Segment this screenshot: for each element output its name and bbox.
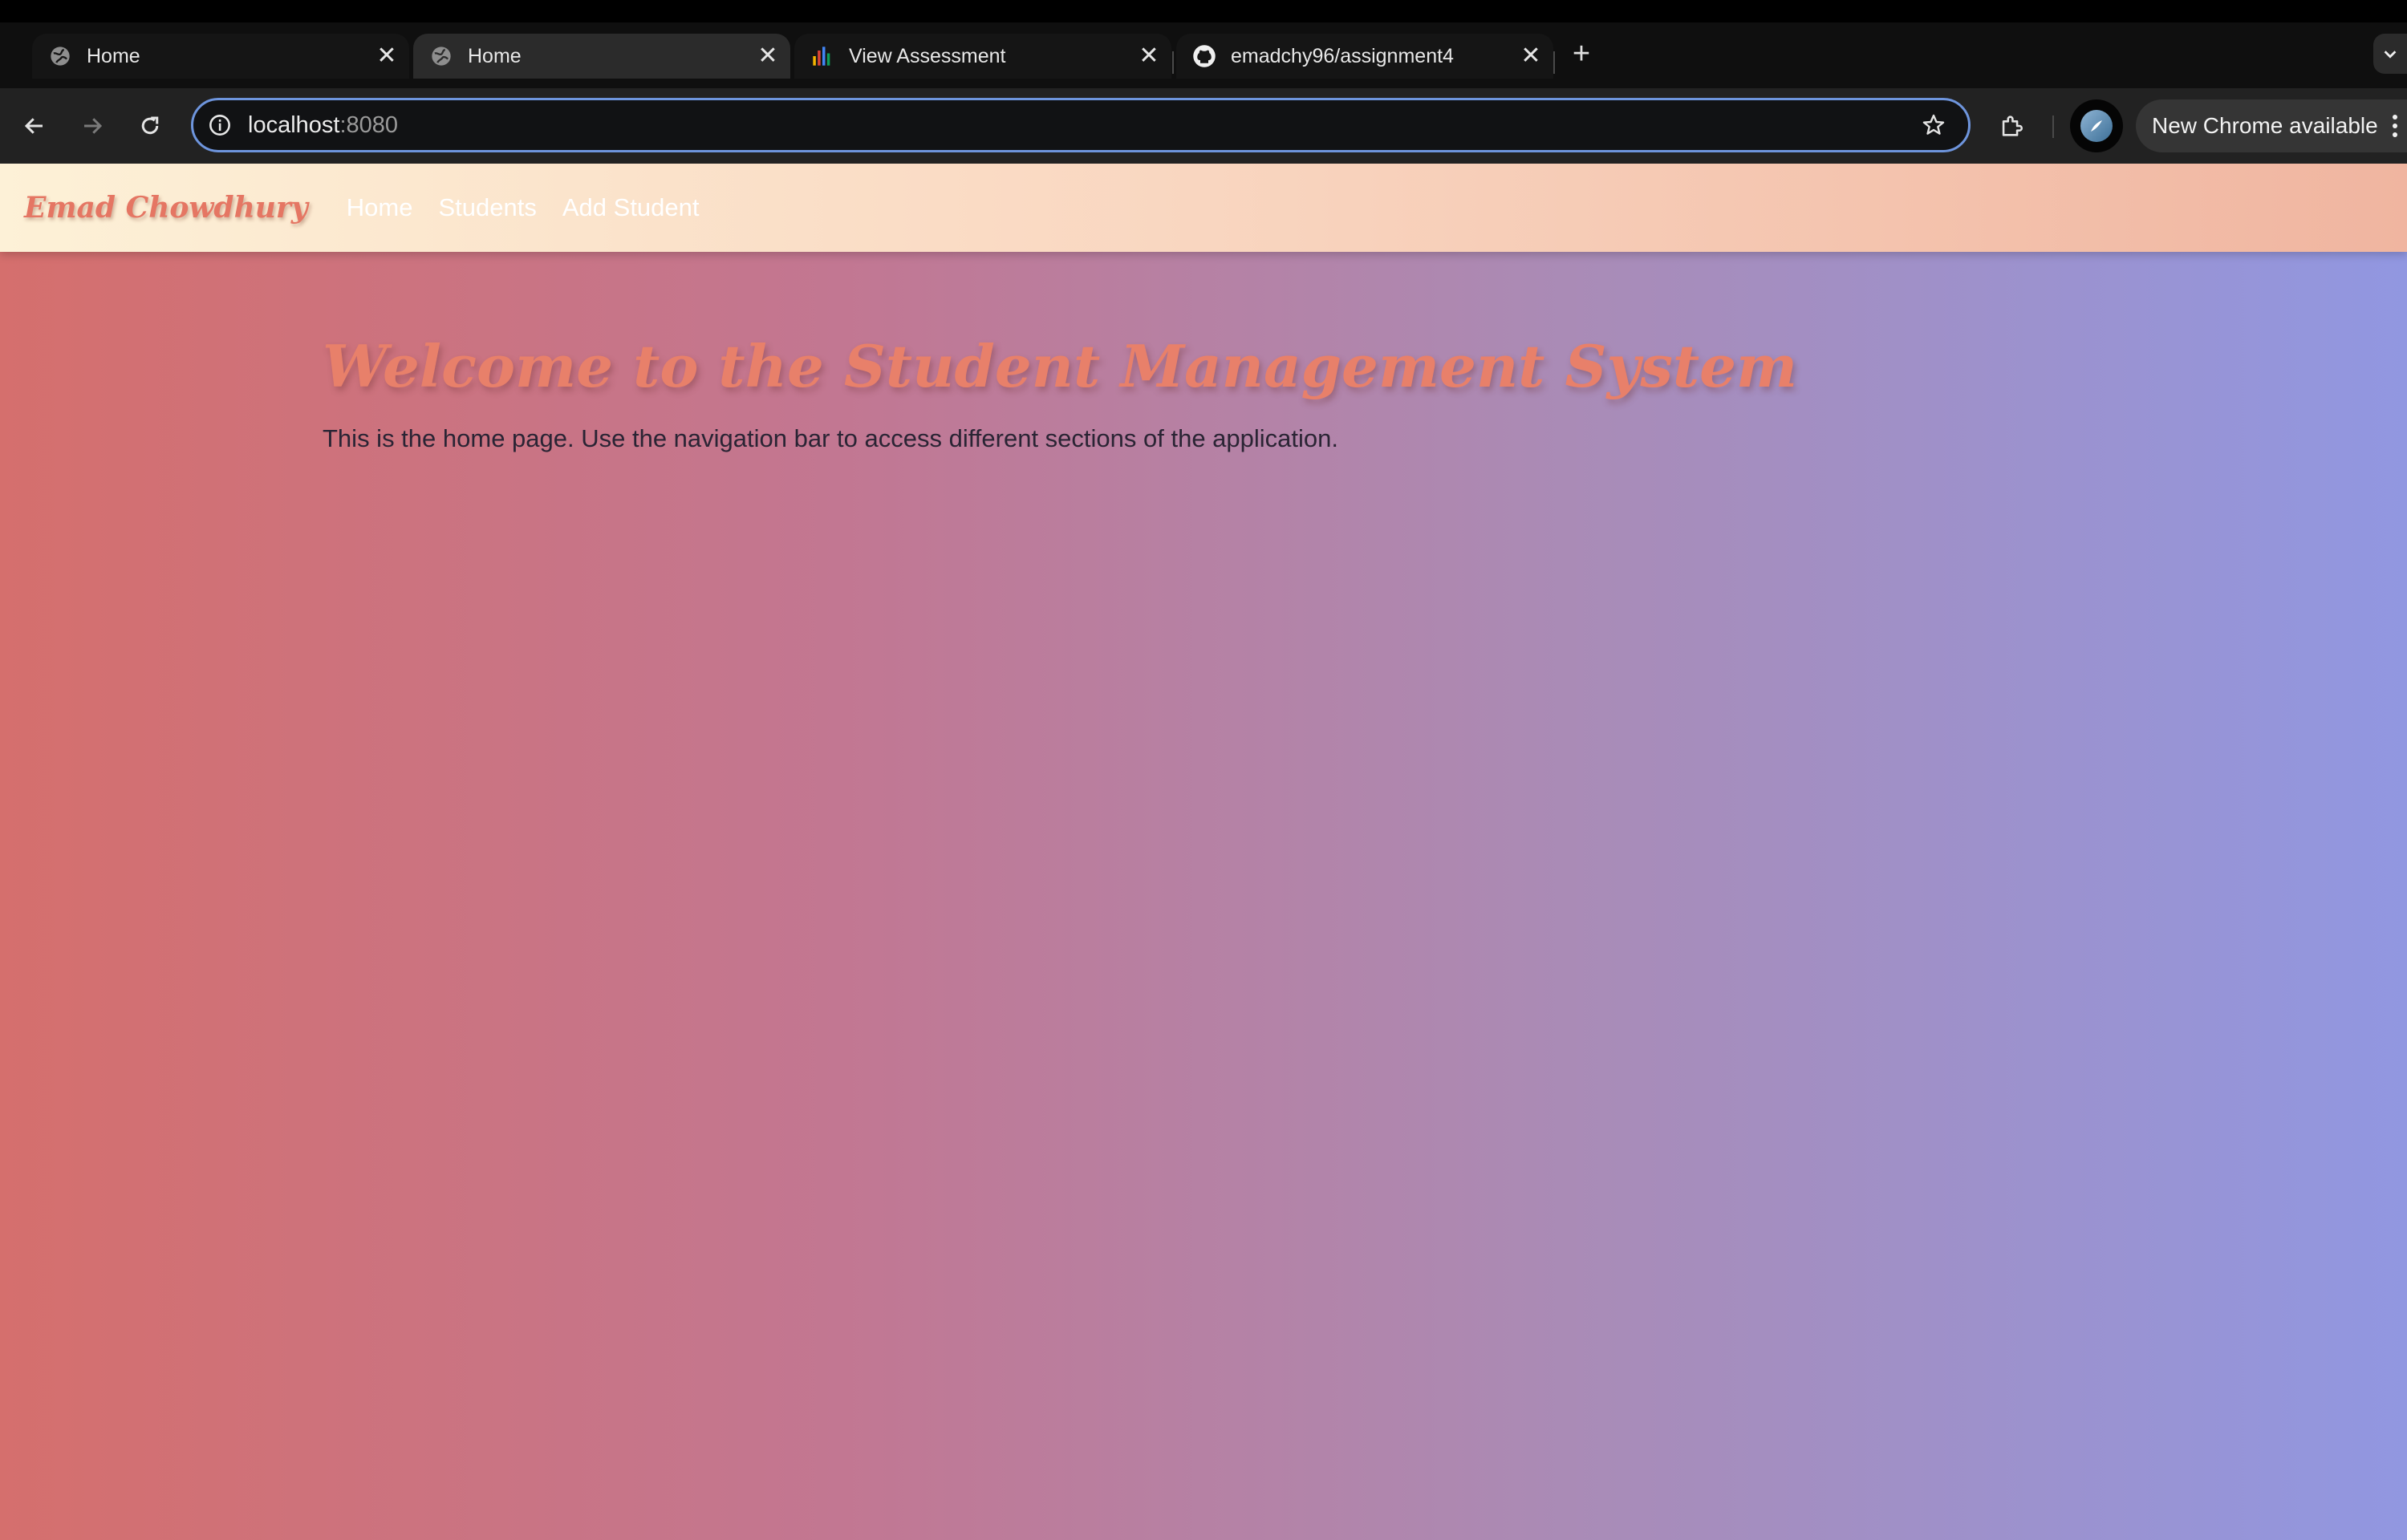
nav-link-students[interactable]: Students — [439, 193, 537, 222]
reload-button[interactable] — [132, 107, 168, 144]
tab-title: Home — [468, 44, 522, 67]
web-page: Emad Chowdhury Home Students Add Student… — [0, 164, 2407, 1540]
more-vert-icon[interactable] — [2392, 115, 2397, 137]
tab-view-assessment[interactable]: View Assessment ✕ — [794, 34, 1171, 79]
site-navbar: Emad Chowdhury Home Students Add Student — [0, 164, 2407, 252]
tab-title: View Assessment — [849, 44, 1006, 67]
bookmark-star-button[interactable] — [1915, 107, 1952, 144]
close-icon[interactable]: ✕ — [372, 42, 401, 71]
arrow-right-icon — [84, 118, 103, 134]
url-text: localhost:8080 — [248, 112, 1915, 139]
tab-title: Home — [87, 44, 140, 67]
page-title: Welcome to the Student Management System — [323, 332, 1798, 400]
tab-github-repo[interactable]: emadchy96/assignment4 ✕ — [1176, 34, 1553, 79]
new-tab-button[interactable]: + — [1565, 37, 1598, 71]
reload-icon — [141, 116, 159, 135]
site-info-icon[interactable] — [208, 113, 232, 137]
tab-home-2[interactable]: Home ✕ — [413, 34, 790, 79]
url-host: localhost — [248, 111, 340, 138]
nav-link-add-student[interactable]: Add Student — [562, 193, 700, 222]
puzzle-icon — [2002, 116, 2023, 136]
tab-separator — [1553, 51, 1555, 74]
close-icon[interactable]: ✕ — [1516, 42, 1545, 71]
github-icon — [1192, 44, 1216, 68]
avatar-image — [2080, 110, 2113, 142]
forward-button[interactable] — [74, 107, 111, 144]
close-icon[interactable]: ✕ — [1134, 42, 1163, 71]
tab-strip: Home ✕ Home ✕ View Assessment ✕ emadchy9… — [0, 22, 2407, 88]
globe-icon — [48, 44, 72, 68]
close-icon[interactable]: ✕ — [753, 42, 782, 71]
bird-icon — [2091, 120, 2102, 132]
os-top-strip — [0, 0, 2407, 22]
chevron-down-icon — [2384, 51, 2397, 59]
browser-toolbar: localhost:8080 New Chrome available — [0, 88, 2407, 164]
address-bar[interactable]: localhost:8080 — [191, 98, 1971, 152]
tab-title: emadchy96/assignment4 — [1231, 44, 1454, 67]
chrome-update-button[interactable]: New Chrome available — [2136, 99, 2407, 152]
tab-home-1[interactable]: Home ✕ — [32, 34, 409, 79]
extensions-button[interactable] — [1991, 106, 2032, 146]
intro-text: This is the home page. Use the navigatio… — [323, 424, 1339, 452]
url-port: :8080 — [339, 111, 399, 138]
star-icon — [1922, 114, 1945, 135]
toolbar-separator — [2052, 116, 2054, 138]
site-brand[interactable]: Emad Chowdhury — [24, 191, 308, 225]
arrow-left-icon — [24, 118, 43, 134]
globe-icon — [429, 44, 453, 68]
tab-search-button[interactable] — [2373, 34, 2407, 74]
bar-chart-icon — [810, 44, 834, 68]
nav-link-home[interactable]: Home — [347, 193, 413, 222]
tab-separator — [1172, 51, 1174, 74]
update-label: New Chrome available — [2152, 113, 2378, 138]
back-button[interactable] — [16, 107, 53, 144]
profile-avatar[interactable] — [2070, 99, 2123, 152]
